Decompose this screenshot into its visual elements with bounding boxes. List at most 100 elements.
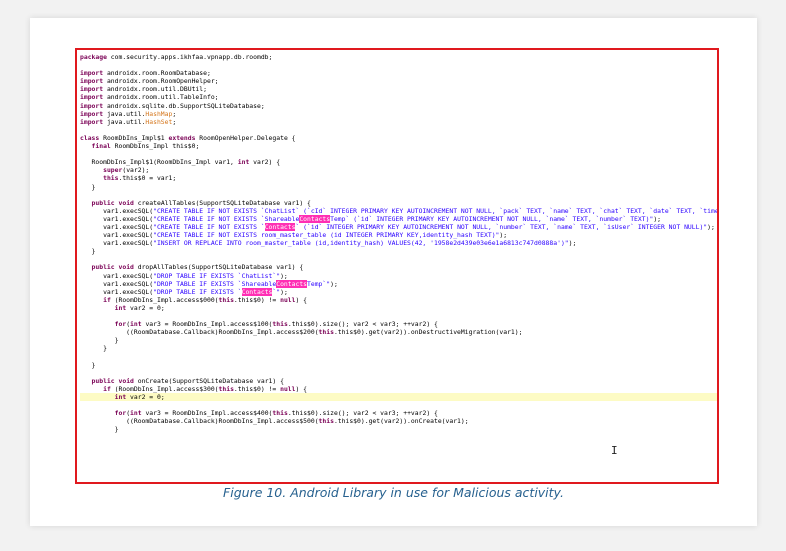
code-line: class RoomDbIns_Impl$1 extends RoomOpenH…	[80, 134, 717, 142]
code-token: RoomDbIns_Impl$1(RoomDbIns_Impl var1,	[80, 158, 238, 167]
code-line: }	[80, 183, 717, 191]
code-token: int	[114, 303, 127, 312]
code-token: var1.execSQL(	[80, 279, 154, 288]
code-token: "CREATE TABLE IF NOT EXISTS `ChatList` (…	[153, 206, 719, 215]
code-line: var1.execSQL("CREATE TABLE IF NOT EXISTS…	[80, 231, 717, 239]
code-line: public void onCreate(SupportSQLiteDataba…	[80, 377, 717, 385]
code-line: int var2 = 0;	[80, 392, 717, 402]
code-token: }	[80, 425, 119, 434]
code-token: "CREATE TABLE IF NOT EXISTS `	[153, 222, 265, 231]
code-token: this	[318, 417, 334, 426]
code-token: ((RoomDatabase.Callback)RoomDbIns_Impl.a…	[80, 328, 319, 337]
code-line	[80, 191, 717, 199]
code-token: public	[91, 263, 115, 272]
code-token: for	[114, 320, 127, 329]
code-token: .this$0) !=	[233, 384, 281, 393]
code-token: super	[103, 166, 123, 175]
code-token: "INSERT OR REPLACE INTO room_master_tabl…	[153, 239, 569, 248]
code-line	[80, 150, 717, 158]
code-token: RoomDbIns_Impl$1	[99, 133, 169, 142]
code-token: this	[218, 295, 234, 304]
code-line: import androidx.room.RoomDatabase;	[80, 69, 717, 77]
code-line: if (RoomDbIns_Impl.access$000(this.this$…	[80, 296, 717, 304]
code-line: }	[80, 247, 717, 255]
code-token: androidx.room.util.DBUtil;	[103, 85, 207, 94]
code-token: }	[80, 182, 96, 191]
code-token: this	[103, 174, 119, 183]
code-token: void	[118, 198, 134, 207]
code-line: var1.execSQL("CREATE TABLE IF NOT EXISTS…	[80, 214, 717, 223]
code-line: var1.execSQL("DROP TABLE IF EXISTS `Shar…	[80, 279, 717, 288]
code-token: androidx.room.RoomOpenHelper;	[103, 77, 219, 86]
code-line: import java.util.HashSet;	[80, 118, 717, 126]
code-line	[80, 369, 717, 377]
code-token: import	[80, 109, 104, 118]
code-token: this	[318, 328, 334, 337]
code-token: ` (`id` INTEGER PRIMARY KEY AUTOINCREMEN…	[295, 222, 708, 231]
code-line: if (RoomDbIns_Impl.access$300(this.this$…	[80, 385, 717, 393]
highlighted-match: Contacts	[264, 222, 296, 231]
code-token: int	[237, 158, 250, 167]
code-token: }	[80, 360, 96, 369]
code-line: this.this$0 = var1;	[80, 174, 717, 182]
code-token: .this$0).get(var2)).onCreate(var1);	[333, 417, 469, 426]
code-token: `"	[272, 287, 281, 296]
code-token: var2) {	[249, 158, 281, 167]
code-token: "CREATE TABLE IF NOT EXISTS `Shareable	[153, 214, 300, 223]
code-token: if	[103, 384, 111, 393]
code-line: import androidx.room.util.TableInfo;	[80, 93, 717, 101]
code-line	[80, 61, 717, 69]
source-code-listing: package com.security.apps.ikhfaa.vpnapp.…	[80, 53, 717, 433]
code-line	[80, 352, 717, 360]
highlighted-match: Contacts	[276, 279, 308, 288]
code-token: var1.execSQL(	[80, 271, 154, 280]
code-line: import java.util.HashMap;	[80, 110, 717, 118]
code-token: var2 = 0;	[126, 392, 165, 401]
code-screenshot-frame: package com.security.apps.ikhfaa.vpnapp.…	[75, 48, 719, 484]
code-token: import	[80, 101, 104, 110]
code-line: var1.execSQL("CREATE TABLE IF NOT EXISTS…	[80, 222, 717, 231]
code-line: for(int var3 = RoomDbIns_Impl.access$400…	[80, 409, 717, 417]
code-token: public	[91, 376, 115, 385]
code-token: var1.execSQL(	[80, 231, 154, 240]
code-line: public void dropAllTables(SupportSQLiteD…	[80, 263, 717, 271]
code-line: final RoomDbIns_Impl this$0;	[80, 142, 717, 150]
code-token: var1.execSQL(	[80, 222, 154, 231]
code-token: );	[330, 279, 338, 288]
code-line: ((RoomDatabase.Callback)RoomDbIns_Impl.a…	[80, 417, 717, 425]
code-token: public	[91, 198, 115, 207]
code-token: .this$0 = var1;	[118, 174, 177, 183]
code-token: for	[114, 409, 127, 418]
code-token: int	[114, 392, 127, 401]
code-token: RoomDbIns_Impl this$0;	[110, 142, 200, 151]
code-token: androidx.sqlite.db.SupportSQLiteDatabase…	[103, 101, 265, 110]
code-line: super(var2);	[80, 166, 717, 174]
code-line: }	[80, 425, 717, 433]
code-token: this	[218, 384, 234, 393]
code-token: dropAllTables(SupportSQLiteDatabase var1…	[133, 263, 304, 272]
code-token: import	[80, 69, 104, 78]
code-token: class	[80, 133, 100, 142]
code-token: Temp` (`id` INTEGER PRIMARY KEY AUTOINCR…	[330, 214, 654, 223]
code-token: var3 = RoomDbIns_Impl.access$400(	[141, 409, 273, 418]
code-line: var1.execSQL("DROP TABLE IF EXISTS `Cont…	[80, 287, 717, 296]
code-token: androidx.room.util.TableInfo;	[103, 93, 219, 102]
highlighted-match: Contacts	[241, 287, 273, 296]
code-token: .this$0).get(var2)).onDestructiveMigrati…	[333, 328, 523, 337]
code-token: RoomOpenHelper.Delegate {	[195, 133, 296, 142]
code-line	[80, 126, 717, 134]
code-token: androidx.room.RoomDatabase;	[103, 69, 211, 78]
